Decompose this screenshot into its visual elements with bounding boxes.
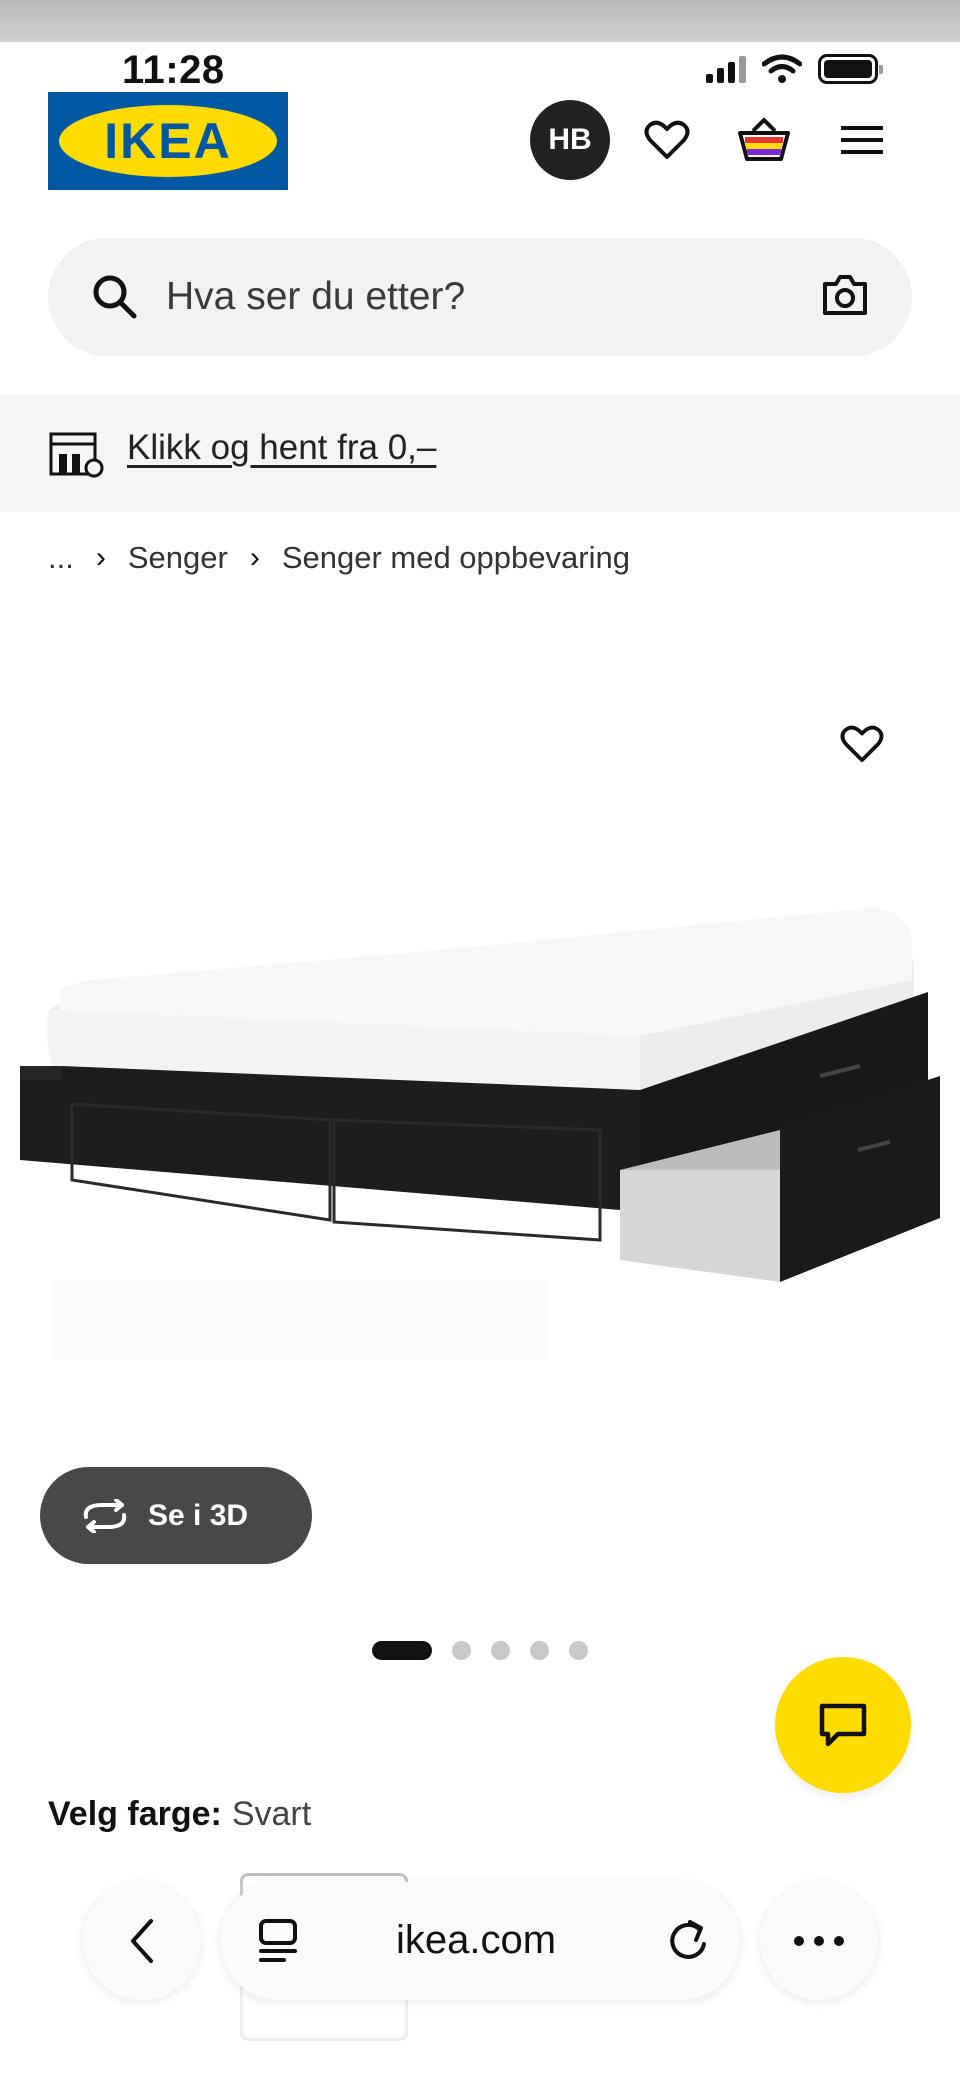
reload-icon[interactable]: [666, 1916, 710, 1964]
pagination-dot[interactable]: [452, 1641, 471, 1660]
breadcrumb-item-senger-med-oppbevaring[interactable]: Senger med oppbevaring: [282, 540, 630, 576]
more-options-button[interactable]: [760, 1882, 878, 2000]
pagination-dot[interactable]: [491, 1641, 510, 1660]
battery-icon: [818, 54, 883, 84]
color-selector-label: Velg farge: Svart: [48, 1795, 311, 1834]
status-bar: 11:28: [0, 42, 960, 94]
view-in-3d-button[interactable]: Se i 3D: [40, 1467, 312, 1564]
menu-icon[interactable]: [832, 110, 892, 170]
pagination-dot-active[interactable]: [372, 1641, 432, 1660]
wifi-icon: [762, 54, 802, 83]
url-text[interactable]: ikea.com: [396, 1918, 556, 1963]
pagination-dot[interactable]: [569, 1641, 588, 1660]
breadcrumb-ellipsis[interactable]: ...: [48, 540, 74, 576]
heart-icon[interactable]: [637, 110, 697, 170]
heart-icon: [840, 725, 884, 763]
search-input[interactable]: [166, 238, 766, 356]
chevron-right-icon: ›: [95, 541, 106, 574]
top-strip: [0, 0, 960, 42]
image-pagination: [372, 1641, 588, 1660]
chevron-right-icon: ›: [249, 541, 260, 574]
click-collect-link[interactable]: Klikk og hent fra 0,–: [127, 428, 436, 468]
color-value: Svart: [231, 1795, 312, 1833]
chat-icon: [819, 1703, 867, 1747]
breadcrumb: ... › Senger › Senger med oppbevaring: [48, 540, 630, 576]
pagination-dot[interactable]: [530, 1641, 549, 1660]
add-to-wishlist-button[interactable]: [830, 712, 894, 776]
logo-text: IKEA: [104, 113, 232, 169]
store-icon: [49, 432, 104, 478]
status-time: 11:28: [122, 48, 225, 92]
signal-icon: [706, 55, 746, 83]
avatar[interactable]: HB: [530, 100, 610, 180]
status-icons: [706, 54, 883, 84]
chevron-left-icon: [131, 1919, 153, 1963]
search-bar[interactable]: [48, 238, 912, 356]
back-button[interactable]: [83, 1882, 201, 2000]
color-label: Velg farge:: [48, 1795, 222, 1833]
view-in-3d-label: Se i 3D: [148, 1498, 249, 1532]
product-image[interactable]: [0, 880, 960, 1380]
search-icon[interactable]: [92, 274, 138, 320]
ikea-logo[interactable]: IKEA: [48, 92, 288, 190]
more-horizontal-icon: [794, 1936, 844, 1946]
shopping-bag-icon[interactable]: [734, 110, 794, 170]
site-header: IKEA HB: [0, 88, 960, 198]
tab-overview-icon[interactable]: [258, 1918, 298, 1964]
rotate-3d-icon: [83, 1498, 127, 1533]
camera-icon[interactable]: [822, 274, 868, 316]
address-bar[interactable]: ikea.com: [220, 1882, 740, 2000]
chat-button[interactable]: [775, 1657, 911, 1793]
breadcrumb-item-senger[interactable]: Senger: [128, 540, 228, 576]
click-collect-banner: Klikk og hent fra 0,–: [0, 394, 960, 512]
